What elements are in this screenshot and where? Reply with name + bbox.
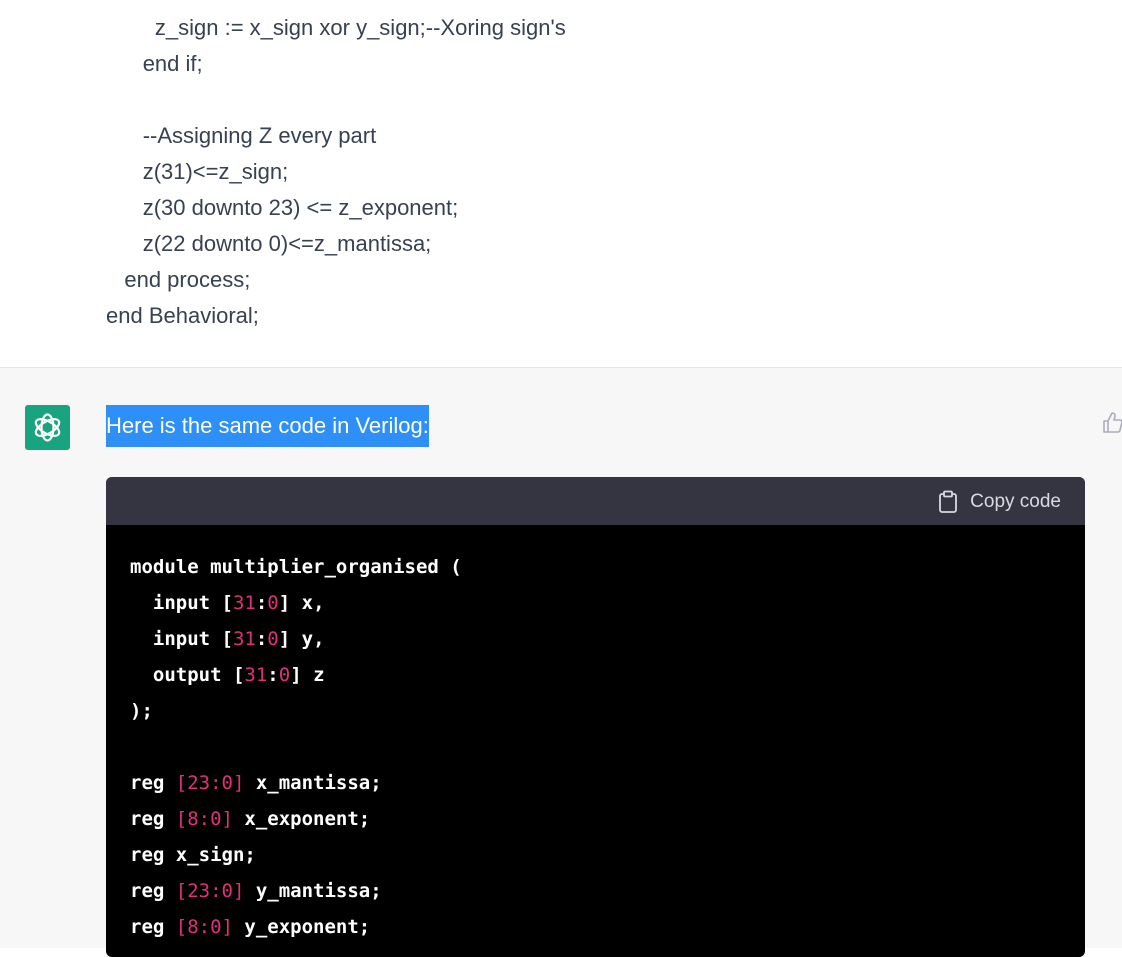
code-line: input [31:0] x, [130,592,325,614]
code-line: reg [8:0] x_exponent; [130,808,371,830]
code-block: Copy code module multiplier_organised ( … [106,477,1085,957]
user-message-line: z(31)<=z_sign; [142,159,289,184]
code-line: output [31:0] z [130,664,325,686]
code-block-header: Copy code [106,477,1085,525]
code-line: reg x_sign; [130,844,256,866]
user-message-line: end Behavioral; [106,303,259,328]
code-line: reg [23:0] x_mantissa; [130,772,382,794]
user-message-line: z_sign := x_sign xor y_sign;--Xoring sig… [154,15,566,40]
copy-code-button[interactable]: Copy code [938,489,1061,515]
assistant-message: Here is the same code in Verilog: Copy c… [0,368,1122,957]
openai-logo-icon [34,413,61,442]
user-message-line: --Assigning Z every part [142,123,377,148]
code-line: module multiplier_organised ( [130,556,462,578]
clipboard-icon [939,490,958,513]
user-message: z_sign := x_sign xor y_sign;--Xoring sig… [0,0,1122,368]
code-line: ); [130,700,153,722]
thumbs-up-button[interactable] [1102,411,1122,438]
assistant-intro-text: Here is the same code in Verilog: [106,405,429,447]
code-line: reg [8:0] y_exponent; [130,916,371,938]
user-message-line: end process; [124,267,251,292]
assistant-avatar [25,405,70,450]
code-line: reg [23:0] y_mantissa; [130,880,382,902]
thumbs-up-icon [1103,412,1122,433]
user-message-line: z(22 downto 0)<=z_mantissa; [142,231,432,256]
user-message-line: z(30 downto 23) <= z_exponent; [142,195,459,220]
code-line: input [31:0] y, [130,628,325,650]
copy-code-label: Copy code [970,491,1061,512]
user-message-line: end if; [142,51,203,76]
